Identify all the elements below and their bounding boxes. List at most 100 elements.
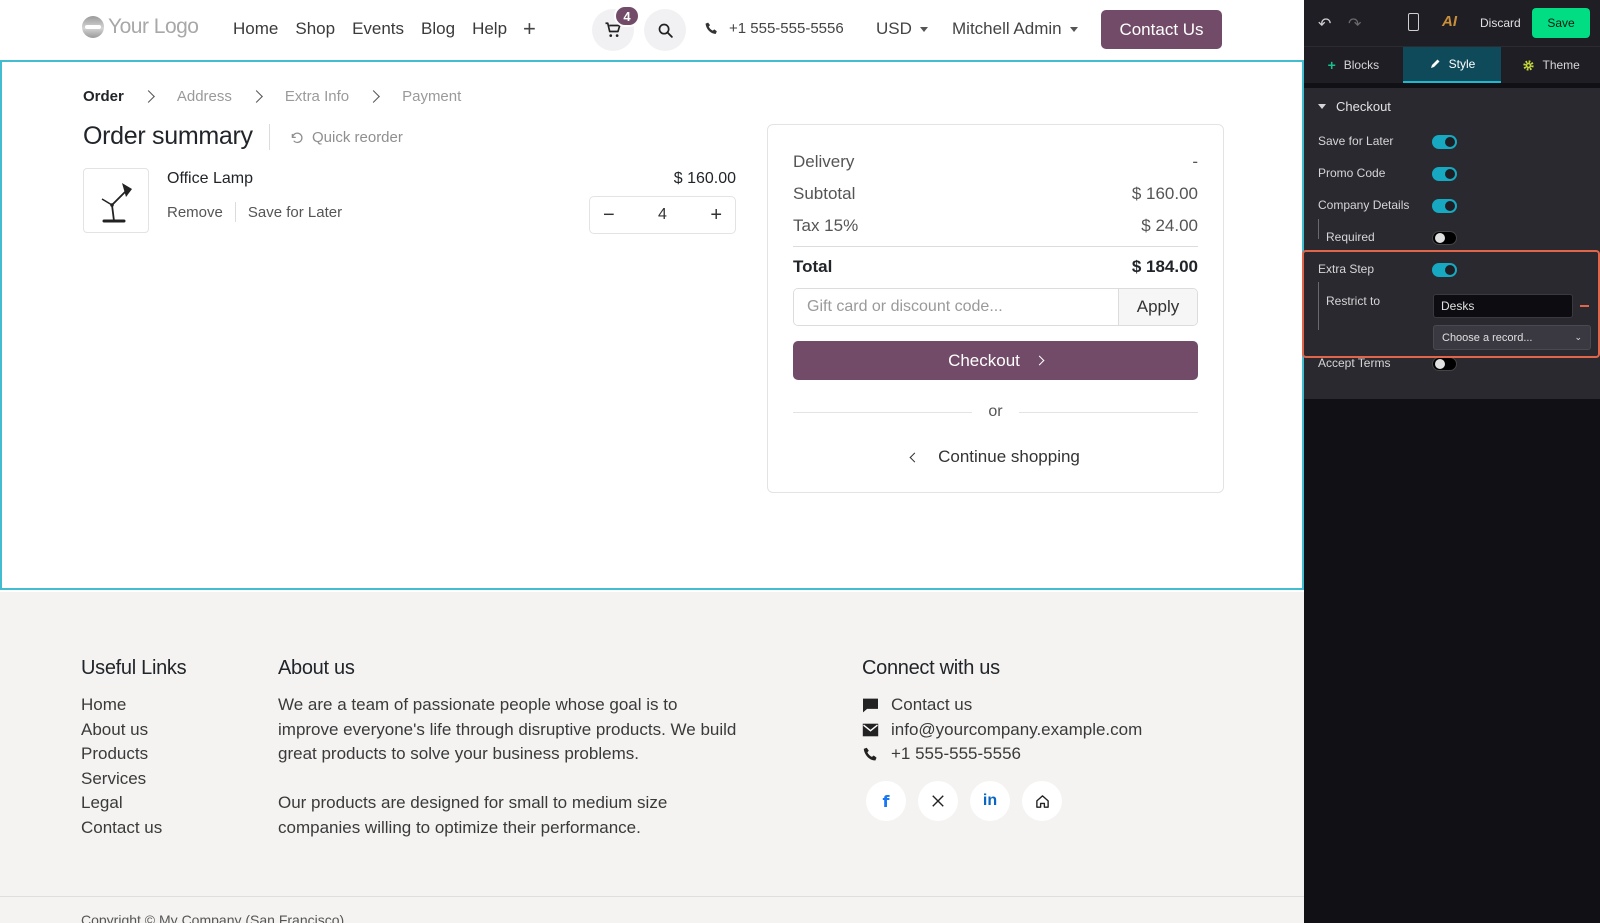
save-for-later-link[interactable]: Save for Later xyxy=(248,204,342,221)
checkout-options-title: Checkout xyxy=(1336,98,1391,114)
promo-code-toggle[interactable] xyxy=(1432,167,1457,181)
phone-icon xyxy=(705,22,717,34)
save-button[interactable]: Save xyxy=(1532,8,1590,38)
restrict-to-tag[interactable]: Desks xyxy=(1433,294,1573,318)
currency-label: USD xyxy=(876,19,912,38)
subtotal-row: Subtotal $ 160.00 xyxy=(793,184,1198,204)
tab-theme[interactable]: Theme xyxy=(1501,47,1600,83)
tab-style-label: Style xyxy=(1448,57,1476,71)
step-address[interactable]: Address xyxy=(177,88,232,105)
x-twitter-icon[interactable] xyxy=(918,781,958,821)
discard-button[interactable]: Discard xyxy=(1480,16,1521,30)
contact-us-link[interactable]: Contact us xyxy=(862,693,1142,718)
footer-divider xyxy=(0,896,1304,897)
nav-phone-number: +1 555-555-5556 xyxy=(729,20,844,37)
footer-link-services[interactable]: Services xyxy=(81,767,162,792)
brush-icon xyxy=(1430,59,1440,68)
nav-link-blog[interactable]: Blog xyxy=(421,19,455,39)
add-menu-icon[interactable]: + xyxy=(523,16,536,42)
step-order[interactable]: Order xyxy=(83,88,124,105)
mobile-preview-icon[interactable] xyxy=(1408,13,1419,31)
gear-icon xyxy=(1522,59,1534,71)
product-name[interactable]: Office Lamp xyxy=(167,170,253,188)
nav-link-events[interactable]: Events xyxy=(352,19,404,39)
email-link[interactable]: info@yourcompany.example.com xyxy=(862,718,1142,743)
cart-button[interactable]: 4 xyxy=(592,5,640,51)
chevron-right-icon xyxy=(141,90,155,103)
save-for-later-toggle[interactable] xyxy=(1432,135,1457,149)
checkout-section[interactable]: Order Address Extra Info Payment Order s… xyxy=(0,60,1304,590)
phone-icon xyxy=(863,747,877,761)
divider-line xyxy=(1018,411,1199,413)
about-paragraph-1: We are a team of passionate people whose… xyxy=(278,695,737,763)
editor-tabs: + Blocks Style Theme xyxy=(1304,46,1600,83)
remove-link[interactable]: Remove xyxy=(167,204,223,221)
checkout-options-header[interactable]: Checkout xyxy=(1304,88,1600,124)
promo-code-input[interactable] xyxy=(794,289,1118,325)
footer-link-products[interactable]: Products xyxy=(81,742,162,767)
about-us-text: We are a team of passionate people whose… xyxy=(278,693,738,840)
divider-line xyxy=(793,411,973,413)
step-extra-info[interactable]: Extra Info xyxy=(285,88,349,105)
footer-link-contact[interactable]: Contact us xyxy=(81,816,162,841)
search-icon xyxy=(658,23,673,38)
choose-record-dropdown[interactable]: Choose a record... ⌄ xyxy=(1433,325,1591,350)
editor-toolbar: ↶ ↷ AI Discard Save xyxy=(1304,0,1600,46)
product-image[interactable] xyxy=(83,168,149,233)
linkedin-icon[interactable]: in xyxy=(970,781,1010,821)
undo-icon[interactable]: ↶ xyxy=(1318,14,1331,34)
redo-icon[interactable]: ↷ xyxy=(1348,14,1361,34)
nav-link-shop[interactable]: Shop xyxy=(295,19,335,39)
facebook-icon[interactable]: f xyxy=(866,781,906,821)
tax-row: Tax 15% $ 24.00 xyxy=(793,216,1198,236)
company-details-toggle[interactable] xyxy=(1432,199,1457,213)
continue-shopping-link[interactable]: Continue shopping xyxy=(793,447,1198,467)
navbar: Your Logo Home Shop Events Blog Help + 4… xyxy=(0,0,1304,60)
total-row: Total $ 184.00 xyxy=(793,257,1198,277)
tab-style[interactable]: Style xyxy=(1402,47,1502,83)
order-summary-title: Order summary xyxy=(83,122,253,150)
remove-tag-icon[interactable] xyxy=(1580,305,1589,307)
contact-us-button[interactable]: Contact Us xyxy=(1101,10,1222,49)
extra-step-toggle[interactable] xyxy=(1432,263,1457,277)
logo[interactable]: Your Logo xyxy=(82,15,199,39)
step-payment[interactable]: Payment xyxy=(402,88,461,105)
minus-icon[interactable]: − xyxy=(603,204,615,227)
required-toggle[interactable] xyxy=(1432,231,1457,245)
nav-link-help[interactable]: Help xyxy=(472,19,507,39)
nav-link-home[interactable]: Home xyxy=(233,19,278,39)
restrict-to-label: Restrict to xyxy=(1326,294,1381,308)
search-button[interactable] xyxy=(644,9,686,51)
chevron-right-icon xyxy=(250,90,263,103)
about-paragraph-2: Our products are designed for small to m… xyxy=(278,793,668,837)
product-actions: Remove Save for Later xyxy=(167,202,342,222)
quantity-stepper: − 4 + xyxy=(589,196,736,234)
logo-icon xyxy=(82,16,104,38)
accept-terms-toggle[interactable] xyxy=(1432,357,1457,371)
user-menu[interactable]: Mitchell Admin xyxy=(952,19,1078,39)
nav-phone[interactable]: +1 555-555-5556 xyxy=(704,20,844,37)
checkout-button[interactable]: Checkout xyxy=(793,341,1198,380)
nav-links: Home Shop Events Blog Help xyxy=(233,19,507,39)
about-us-title: About us xyxy=(278,657,355,679)
quick-reorder-link[interactable]: Quick reorder xyxy=(290,129,403,146)
tab-blocks[interactable]: + Blocks xyxy=(1304,47,1403,83)
currency-selector[interactable]: USD xyxy=(876,19,928,39)
apply-button[interactable]: Apply xyxy=(1118,289,1197,325)
or-label: or xyxy=(988,403,1003,420)
ai-icon[interactable]: AI xyxy=(1442,13,1457,30)
quantity-value[interactable]: 4 xyxy=(658,206,667,224)
checkout-label: Checkout xyxy=(948,350,1020,370)
phone-link[interactable]: +1 555-555-5556 xyxy=(862,742,1142,767)
footer-link-home[interactable]: Home xyxy=(81,693,162,718)
footer-link-about[interactable]: About us xyxy=(81,718,162,743)
useful-links-title: Useful Links xyxy=(81,657,187,679)
required-option-label: Required xyxy=(1326,230,1375,244)
footer-link-legal[interactable]: Legal xyxy=(81,791,162,816)
comment-icon xyxy=(863,698,878,713)
home-icon[interactable] xyxy=(1022,781,1062,821)
tax-value: $ 24.00 xyxy=(1141,216,1198,235)
tab-blocks-label: Blocks xyxy=(1343,58,1380,72)
plus-icon[interactable]: + xyxy=(710,204,722,227)
action-divider xyxy=(234,202,236,222)
